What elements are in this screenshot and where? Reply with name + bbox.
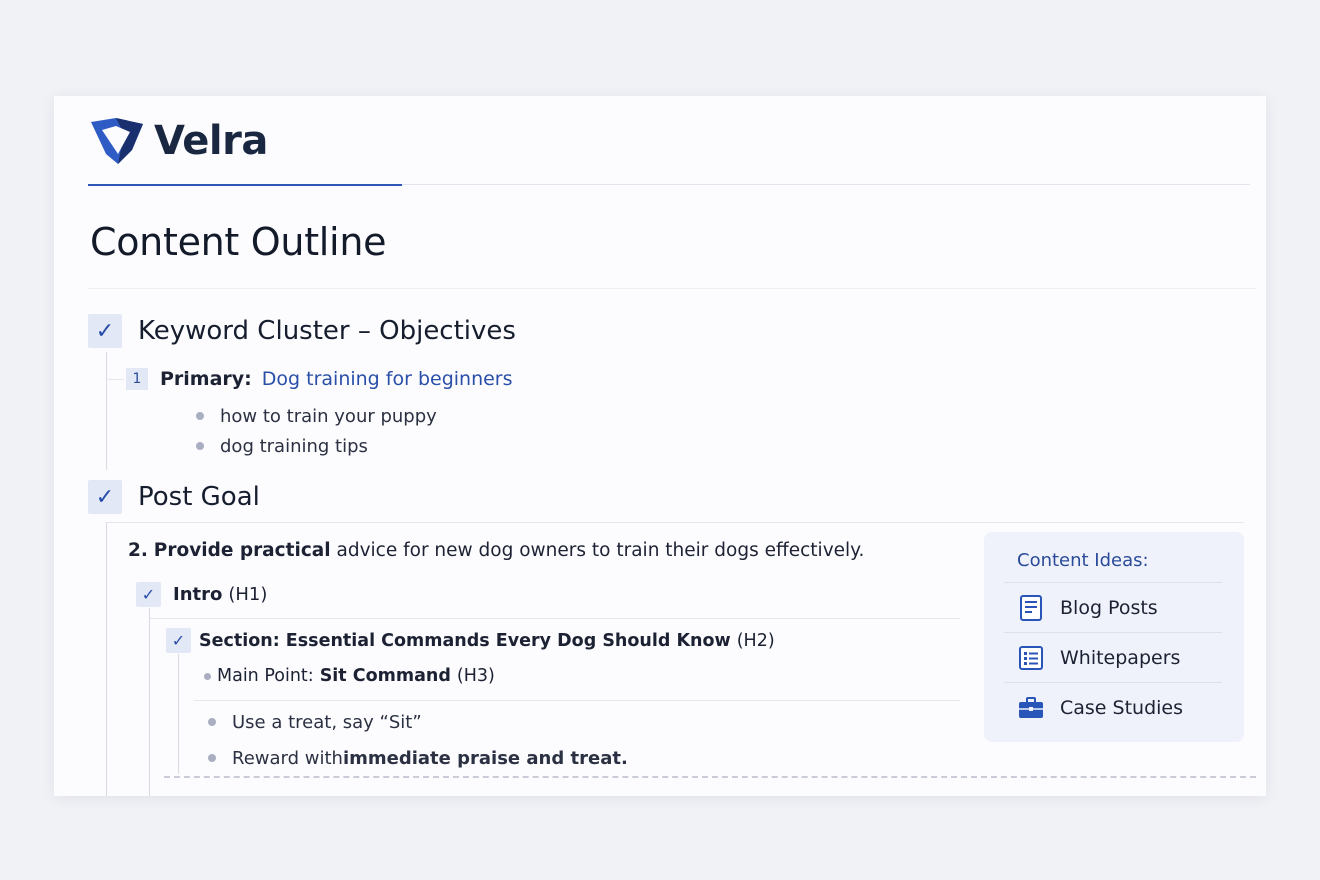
section-title: Post Goal — [138, 482, 260, 512]
bullet-icon — [208, 754, 216, 762]
content-ideas-panel: Content Ideas: Blog Posts Whitepapers Ca… — [984, 532, 1244, 742]
list-item: Use a treat, say “Sit” — [208, 704, 628, 740]
outline-item-intro[interactable]: ✓ Intro (H1) — [136, 582, 267, 607]
outline-item-h3[interactable]: Main Point: Sit Command (H3) — [204, 666, 495, 686]
list-item: how to train your puppy — [196, 401, 437, 431]
page-title: Content Outline — [90, 220, 387, 264]
bullet-icon — [196, 412, 204, 420]
checkbox-checked-icon[interactable]: ✓ — [88, 314, 122, 348]
section-title: Keyword Cluster – Objectives — [138, 316, 516, 346]
checkbox-checked-icon[interactable]: ✓ — [136, 582, 161, 607]
section-post-goal[interactable]: ✓ Post Goal — [88, 480, 260, 514]
number-badge: 1 — [126, 368, 148, 390]
section-keyword-cluster[interactable]: ✓ Keyword Cluster – Objectives — [88, 314, 516, 348]
primary-keyword-row: 1 Primary: Dog training for beginners — [126, 368, 513, 390]
row-divider — [194, 700, 960, 701]
post-goal-text: 2. Provide practical advice for new dog … — [128, 540, 865, 561]
header-accent-line — [88, 184, 402, 186]
bullet-icon — [208, 718, 216, 726]
content-idea-whitepapers[interactable]: Whitepapers — [1004, 632, 1222, 682]
primary-keyword-link[interactable]: Dog training for beginners — [262, 368, 513, 390]
document-icon — [1020, 594, 1042, 621]
velra-logo-icon — [91, 118, 143, 164]
briefcase-icon — [1019, 696, 1043, 718]
title-divider — [88, 288, 1256, 289]
checkbox-checked-icon[interactable]: ✓ — [166, 628, 191, 653]
outline-card: Velra Content Outline ✓ Keyword Cluster … — [54, 96, 1266, 796]
brand-name: Velra — [154, 118, 268, 164]
steps-list: Use a treat, say “Sit” Reward with immed… — [208, 704, 628, 776]
outline-item-h2[interactable]: ✓ Section: Essential Commands Every Dog … — [166, 628, 775, 653]
content-idea-case-studies[interactable]: Case Studies — [1004, 682, 1222, 732]
tree-line — [178, 654, 179, 774]
row-divider — [150, 618, 960, 619]
tree-branch — [106, 379, 124, 380]
primary-label: Primary: — [160, 368, 252, 390]
checkbox-checked-icon[interactable]: ✓ — [88, 480, 122, 514]
list-item: Reward with immediate praise and treat. — [208, 740, 628, 776]
bullet-icon — [196, 442, 204, 450]
list-item: dog training tips — [196, 431, 437, 461]
content-idea-blog-posts[interactable]: Blog Posts — [1004, 582, 1222, 632]
brand-logo[interactable]: Velra — [88, 116, 268, 166]
list-document-icon — [1019, 645, 1043, 670]
tree-line — [149, 608, 150, 796]
tree-line — [106, 352, 107, 470]
tree-line — [106, 522, 107, 796]
secondary-keywords-list: how to train your puppy dog training tip… — [196, 401, 437, 461]
bullet-icon — [204, 672, 211, 680]
content-ideas-title: Content Ideas: — [1017, 550, 1149, 571]
dashed-divider — [164, 776, 1256, 778]
section-divider — [106, 522, 1244, 523]
